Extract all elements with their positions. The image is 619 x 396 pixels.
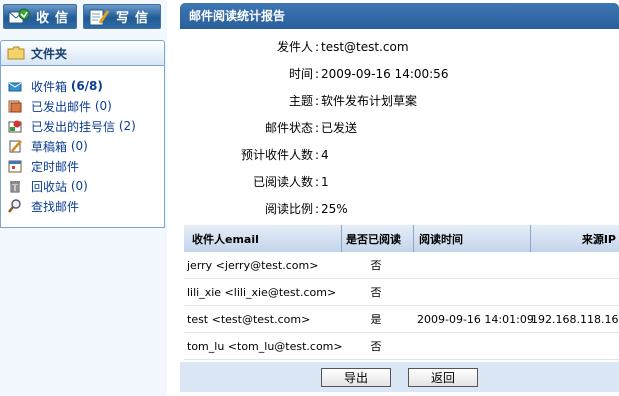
sidebar-item-drafts[interactable]: 草稿箱 (0) (1, 136, 164, 156)
cell-email: test <test@test.com> (187, 312, 311, 326)
sidebar-item-count: (0) (94, 99, 112, 113)
search-mail-icon (8, 199, 22, 213)
field-separator: : (314, 93, 320, 108)
field-label: 发件人 (276, 40, 313, 54)
field-separator: : (314, 66, 320, 81)
trash-icon (8, 179, 22, 193)
sidebar-item-label: 已发出邮件 (31, 99, 92, 114)
back-button[interactable]: 返回 (408, 367, 478, 387)
column-header-read-time[interactable]: 阅读时间 (414, 225, 531, 252)
field-label: 已阅读人数 (252, 175, 313, 189)
sidebar-item-registered[interactable]: 已发出的挂号信 (2) (1, 116, 164, 136)
table-header: 收件人email 是否已阅读 阅读时间 来源IP (184, 225, 619, 252)
sidebar-item-label: 回收站 (31, 179, 68, 194)
inbox-icon (8, 79, 22, 93)
field-value: 2009-09-16 14:00:56 (321, 66, 449, 81)
sidebar-item-inbox[interactable]: 收件箱 (6/8) (1, 76, 164, 96)
registered-mail-icon (8, 119, 22, 133)
sidebar-item-search[interactable]: 查找邮件 (1, 196, 164, 216)
cell-read-time: 2009-09-16 14:01:09 (417, 312, 534, 326)
sidebar-item-scheduled[interactable]: 定时邮件 (1, 156, 164, 176)
field-value: 25% (321, 201, 348, 216)
export-button[interactable]: 导出 (321, 367, 391, 387)
folder-icon (7, 46, 25, 60)
field-label: 主题 (288, 94, 313, 108)
cell-email: tom_lu <tom_lu@test.com> (187, 339, 343, 353)
cell-read: 否 (370, 286, 382, 299)
field-separator: : (314, 147, 320, 162)
drafts-icon (8, 139, 22, 153)
field-row-expected: 预计收件人数:4 (180, 141, 619, 168)
receive-mail-button[interactable]: 收信 (3, 4, 77, 29)
sent-mail-icon (8, 99, 22, 113)
field-row-time: 时间:2009-09-16 14:00:56 (180, 60, 619, 87)
cell-email: jerry <jerry@test.com> (187, 258, 319, 272)
cell-email: lili_xie <lili_xie@test.com> (187, 285, 337, 299)
field-row-sender: 发件人: test@test.com (180, 33, 619, 60)
column-header-read[interactable]: 是否已阅读 (342, 225, 414, 252)
sidebar-item-label: 定时邮件 (31, 159, 80, 174)
field-value: 已发送 (321, 121, 358, 135)
table-row: tom_lu <tom_lu@test.com> 否 (184, 333, 619, 360)
field-separator: : (314, 174, 320, 189)
report-fields: 发件人: test@test.com 时间:2009-09-16 14:00:56… (180, 33, 619, 222)
folder-panel-title: 文件夹 (31, 46, 68, 61)
page-title: 邮件阅读统计报告 (180, 3, 619, 29)
cell-read: 否 (370, 340, 382, 353)
sidebar-item-count: (0) (70, 139, 88, 153)
folder-panel-header[interactable]: 文件夹 (0, 40, 165, 66)
field-separator: : (314, 39, 320, 54)
write-mail-icon (88, 8, 110, 26)
field-row-ratio: 阅读比例:25% (180, 195, 619, 222)
field-separator: : (314, 201, 320, 216)
field-row-status: 邮件状态: 已发送 (180, 114, 619, 141)
cell-read: 是 (370, 313, 382, 326)
table-row: lili_xie <lili_xie@test.com> 否 (184, 279, 619, 306)
sidebar-item-count: (2) (118, 119, 136, 133)
scheduled-mail-icon (8, 159, 22, 173)
table-row: jerry <jerry@test.com> 否 (184, 252, 619, 279)
field-row-subject: 主题: 软件发布计划草案 (180, 87, 619, 114)
field-label: 预计收件人数 (240, 148, 313, 162)
field-separator: : (314, 120, 320, 135)
sidebar-item-count: (6/8) (70, 79, 103, 93)
field-label: 时间 (288, 67, 313, 81)
field-value: 1 (321, 174, 329, 189)
sidebar-item-label: 查找邮件 (31, 199, 80, 214)
table-row: test <test@test.com> 是 2009-09-16 14:01:… (184, 306, 619, 333)
left-pane: 收信 写信 文件夹 收件箱 (6/8) 已发出邮件 (0) 已发出的挂号信 (2… (0, 0, 167, 396)
field-label: 阅读比例 (264, 202, 313, 216)
cell-read: 否 (370, 259, 382, 272)
sidebar-item-trash[interactable]: 回收站 (0) (1, 176, 164, 196)
field-row-read: 已阅读人数:1 (180, 168, 619, 195)
column-header-source-ip[interactable]: 来源IP (531, 225, 619, 252)
sidebar-item-count: (0) (70, 179, 88, 193)
field-label: 邮件状态 (264, 121, 313, 135)
action-bar: 导出 返回 (180, 362, 619, 392)
sidebar-item-label: 草稿箱 (31, 139, 68, 154)
sidebar-item-label: 收件箱 (31, 79, 68, 94)
field-value: test@test.com (321, 39, 409, 54)
field-value: 软件发布计划草案 (321, 94, 418, 108)
recipient-table: jerry <jerry@test.com> 否 lili_xie <lili_… (184, 252, 619, 360)
cell-source-ip: 192.168.118.16 (531, 312, 619, 326)
sidebar-item-label: 已发出的挂号信 (31, 119, 116, 134)
report-panel: 邮件阅读统计报告 发件人: test@test.com 时间:2009-09-16… (180, 0, 619, 396)
column-header-email[interactable]: 收件人email (184, 225, 342, 252)
receive-mail-icon (8, 8, 30, 26)
receive-mail-label: 收信 (36, 11, 75, 26)
field-value: 4 (321, 147, 329, 162)
write-mail-button[interactable]: 写信 (83, 4, 161, 29)
folder-list: 收件箱 (6/8) 已发出邮件 (0) 已发出的挂号信 (2) 草稿箱 (0) … (0, 66, 165, 228)
write-mail-label: 写信 (116, 11, 155, 26)
sidebar-item-sent[interactable]: 已发出邮件 (0) (1, 96, 164, 116)
